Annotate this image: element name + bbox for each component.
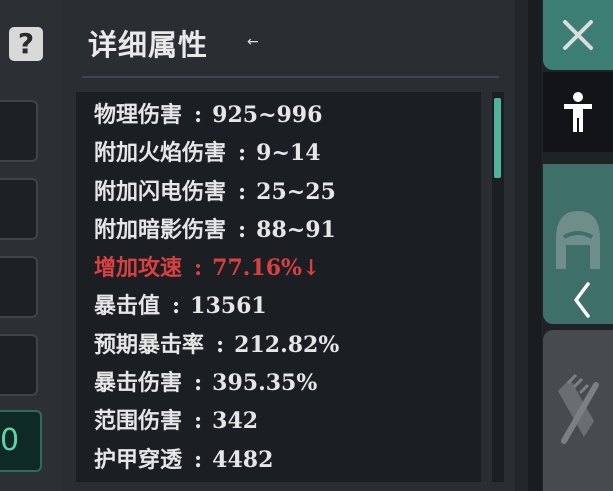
panel-edge (528, 0, 542, 491)
stat-value: 342 (212, 408, 259, 435)
stat-label: 附加火焰伤害 (94, 140, 227, 167)
panel-title: 详细属性 (88, 28, 209, 62)
stats-list-box[interactable]: 物理伤害:925~996 附加火焰伤害:9~14 附加闪电伤害:25~25 附加暗影伤… (76, 92, 481, 482)
left-slot-strip: ? 0 (0, 0, 62, 491)
tab-gloves[interactable] (543, 330, 613, 491)
stat-value: 25~25 (256, 178, 336, 205)
stat-value: 925~996 (212, 102, 323, 128)
stat-label: 附加暗影伤害 (94, 216, 227, 243)
person-icon (564, 92, 592, 132)
stat-separator: : (238, 216, 247, 243)
equipment-slot[interactable] (0, 178, 38, 240)
chevron-left-icon[interactable] (568, 278, 598, 322)
stat-row: 附加暗影伤害:88~91 (94, 211, 339, 249)
equipment-slot[interactable] (0, 100, 38, 162)
equipment-slot[interactable] (0, 256, 38, 318)
stat-separator: : (238, 178, 247, 205)
stat-row: 附加火焰伤害:9~14 (94, 134, 339, 172)
stat-separator: : (194, 102, 203, 128)
title-divider (82, 76, 499, 78)
stat-row: 护甲穿透:4482 (94, 441, 339, 479)
stat-row: 附加闪电伤害:25~25 (94, 173, 339, 211)
stat-row: 增加攻速:77.16%↓ (94, 249, 339, 287)
stat-separator: : (238, 140, 247, 167)
stat-separator: : (194, 408, 203, 435)
stats-list: 物理伤害:925~996 附加火焰伤害:9~14 附加闪电伤害:25~25 附加暗影伤… (94, 96, 339, 479)
stat-separator: : (216, 331, 225, 358)
stat-value: 77.16%↓ (212, 255, 321, 282)
stat-label: 增加攻速 (94, 255, 183, 282)
stat-separator: : (194, 255, 203, 282)
stat-label: 预期暴击率 (94, 331, 205, 358)
stat-value: 212.82% (234, 331, 340, 358)
stat-value: 13561 (190, 293, 267, 320)
stat-value: 9~14 (256, 140, 321, 167)
scrollbar[interactable] (492, 92, 504, 482)
close-button[interactable] (543, 0, 613, 70)
detail-attributes-panel: 详细属性 ← 物理伤害:925~996 附加火焰伤害:9~14 附加闪电伤害:25~… (62, 0, 515, 491)
stat-label: 物理伤害 (94, 102, 183, 128)
question-icon: ? (9, 27, 43, 61)
close-icon (563, 20, 593, 50)
stat-label: 暴击伤害 (94, 370, 183, 397)
stat-value: 88~91 (256, 216, 336, 243)
stat-label: 附加闪电伤害 (94, 178, 227, 205)
scrollbar-thumb[interactable] (494, 98, 501, 178)
stat-separator: : (172, 293, 181, 320)
stat-value: 395.35% (212, 370, 318, 397)
stat-label: 范围伤害 (94, 408, 183, 435)
stat-label: 护甲穿透 (94, 446, 183, 473)
stat-row: 预期暴击率:212.82% (94, 326, 339, 364)
stat-separator: : (194, 446, 203, 473)
help-button[interactable]: ? (6, 22, 46, 66)
tab-character[interactable] (543, 72, 613, 152)
stat-row: 暴击伤害:395.35% (94, 364, 339, 402)
side-tabs (543, 0, 613, 491)
equipment-slot[interactable] (0, 334, 38, 396)
stat-value: 4482 (212, 446, 274, 473)
helmet-icon (556, 211, 600, 269)
stat-row: 暴击值:13561 (94, 287, 339, 325)
stat-row: 范围伤害:342 (94, 402, 339, 440)
title-arrow-icon: ← (247, 34, 259, 50)
stat-row: 物理伤害:925~996 (94, 96, 339, 134)
stat-separator: : (194, 370, 203, 397)
gloves-icon (558, 373, 599, 444)
stat-label: 暴击值 (94, 293, 161, 320)
partial-value-slot[interactable]: 0 (0, 410, 42, 472)
